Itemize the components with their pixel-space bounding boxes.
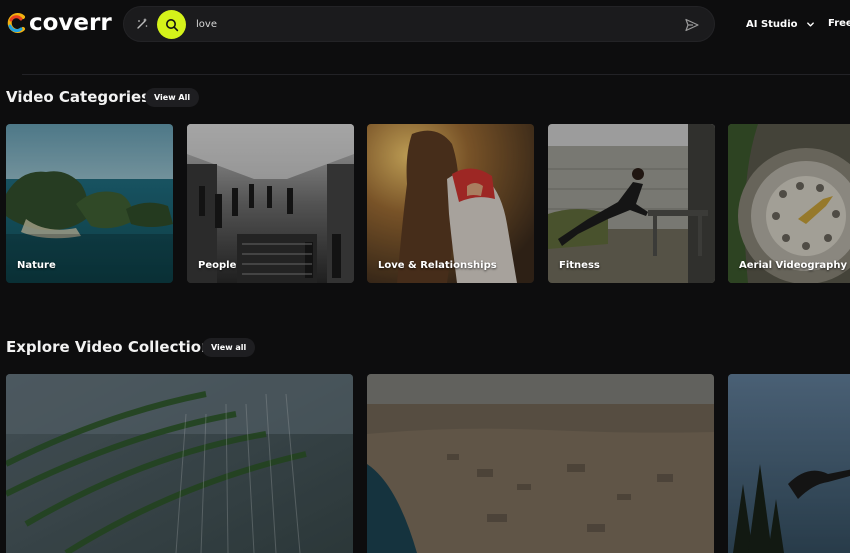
collection-card[interactable]: [728, 374, 850, 553]
category-card-nature[interactable]: Nature: [6, 124, 173, 283]
video-categories-title: Video Categories: [6, 88, 151, 106]
coverr-logo[interactable]: coverr: [6, 9, 112, 37]
category-card-aerial-videography[interactable]: Aerial Videography: [728, 124, 850, 283]
collections-view-all-button[interactable]: View all: [202, 338, 256, 357]
category-card-fitness[interactable]: Fitness: [548, 124, 715, 283]
category-card-people[interactable]: People: [187, 124, 354, 283]
nav-free[interactable]: Free: [828, 15, 850, 33]
nav-ai-studio[interactable]: AI Studio: [746, 15, 816, 33]
category-card-love-relationships[interactable]: Love & Relationships: [367, 124, 534, 283]
search-icon: [165, 18, 178, 31]
video-collections-title: Explore Video Collections: [6, 338, 221, 356]
collection-card[interactable]: [367, 374, 714, 553]
header: coverr AI Studio: [0, 0, 850, 52]
category-label: Love & Relationships: [378, 260, 497, 271]
category-label: Fitness: [559, 260, 600, 271]
category-label: Aerial Videography: [739, 260, 847, 271]
collection-thumbnail: [367, 374, 714, 553]
collection-thumbnail: [728, 374, 850, 553]
coverr-logo-mark-icon: [6, 12, 28, 34]
search-button[interactable]: [157, 10, 186, 39]
category-label: People: [198, 260, 237, 271]
send-icon[interactable]: [682, 15, 702, 35]
collection-card[interactable]: [6, 374, 353, 553]
nav-ai-studio-label: AI Studio: [746, 18, 798, 30]
search-bar: [123, 6, 715, 42]
categories-view-all-button[interactable]: View All: [145, 88, 200, 107]
logo-wordmark: coverr: [29, 10, 112, 36]
search-input[interactable]: [196, 14, 666, 34]
category-label: Nature: [17, 260, 56, 271]
chevron-down-icon: [806, 19, 816, 29]
collection-thumbnail: [6, 374, 353, 553]
magic-wand-icon[interactable]: [128, 10, 156, 38]
header-divider: [22, 74, 850, 75]
